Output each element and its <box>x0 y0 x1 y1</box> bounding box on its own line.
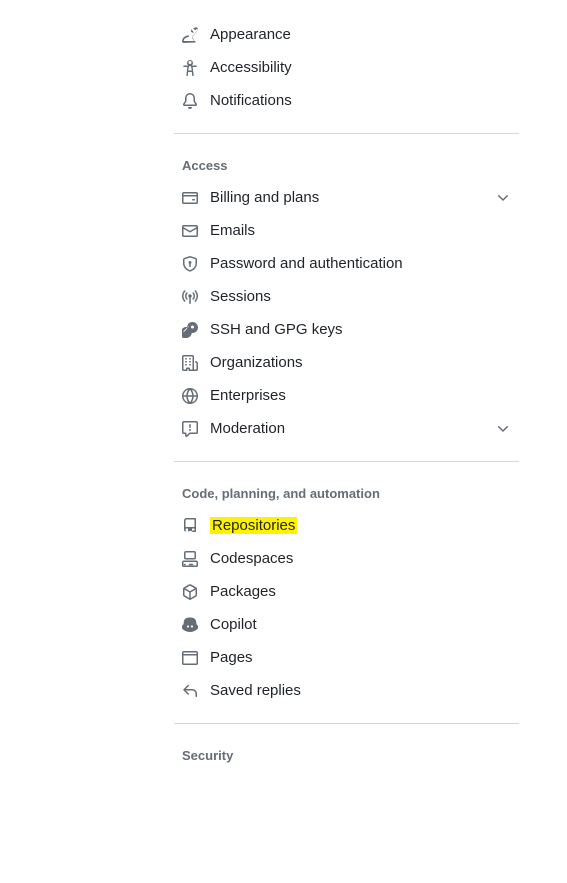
repo-icon <box>182 518 198 534</box>
section-header-security: Security <box>174 738 519 771</box>
highlighted-text: Repositories <box>210 517 297 534</box>
sidebar-item-label: Password and authentication <box>210 255 511 272</box>
sidebar-item-organizations[interactable]: Organizations <box>174 346 519 379</box>
broadcast-icon <box>182 289 198 305</box>
bell-icon <box>182 93 198 109</box>
browser-icon <box>182 650 198 666</box>
sidebar-item-label: Sessions <box>210 288 511 305</box>
sidebar-item-label: Accessibility <box>210 59 511 76</box>
divider <box>174 461 519 462</box>
globe-icon <box>182 388 198 404</box>
sidebar-item-label: Billing and plans <box>210 189 495 206</box>
sidebar-item-copilot[interactable]: Copilot <box>174 608 519 641</box>
sidebar-item-label: Repositories <box>210 517 511 534</box>
divider <box>174 723 519 724</box>
sidebar-item-moderation[interactable]: Moderation <box>174 412 519 445</box>
sidebar-item-emails[interactable]: Emails <box>174 214 519 247</box>
sidebar-item-packages[interactable]: Packages <box>174 575 519 608</box>
sidebar-item-label: Notifications <box>210 92 511 109</box>
shield-lock-icon <box>182 256 198 272</box>
sidebar-item-sessions[interactable]: Sessions <box>174 280 519 313</box>
sidebar-item-accessibility[interactable]: Accessibility <box>174 51 519 84</box>
sidebar-item-enterprises[interactable]: Enterprises <box>174 379 519 412</box>
sidebar-item-label: Saved replies <box>210 682 511 699</box>
sidebar-item-label: Packages <box>210 583 511 600</box>
sidebar-item-label: Enterprises <box>210 387 511 404</box>
codespaces-icon <box>182 551 198 567</box>
sidebar-item-label: Codespaces <box>210 550 511 567</box>
credit-card-icon <box>182 190 198 206</box>
sidebar-item-password[interactable]: Password and authentication <box>174 247 519 280</box>
sidebar-item-label: Pages <box>210 649 511 666</box>
chevron-down-icon <box>495 190 511 206</box>
mail-icon <box>182 223 198 239</box>
sidebar-item-label: Copilot <box>210 616 511 633</box>
copilot-icon <box>182 617 198 633</box>
sidebar-item-codespaces[interactable]: Codespaces <box>174 542 519 575</box>
chevron-down-icon <box>495 421 511 437</box>
sidebar-item-appearance[interactable]: Appearance <box>174 18 519 51</box>
paintbrush-icon <box>182 27 198 43</box>
sidebar-item-label: Moderation <box>210 420 495 437</box>
reply-icon <box>182 683 198 699</box>
organization-icon <box>182 355 198 371</box>
sidebar-item-notifications[interactable]: Notifications <box>174 84 519 117</box>
package-icon <box>182 584 198 600</box>
sidebar-item-label: Appearance <box>210 26 511 43</box>
sidebar-item-label: SSH and GPG keys <box>210 321 511 338</box>
sidebar-item-billing[interactable]: Billing and plans <box>174 181 519 214</box>
sidebar-item-label: Organizations <box>210 354 511 371</box>
settings-sidebar: Appearance Accessibility Notifications A… <box>174 18 519 771</box>
report-icon <box>182 421 198 437</box>
sidebar-item-pages[interactable]: Pages <box>174 641 519 674</box>
sidebar-item-saved-replies[interactable]: Saved replies <box>174 674 519 707</box>
section-header-code: Code, planning, and automation <box>174 476 519 509</box>
accessibility-icon <box>182 60 198 76</box>
section-header-access: Access <box>174 148 519 181</box>
sidebar-item-ssh[interactable]: SSH and GPG keys <box>174 313 519 346</box>
key-icon <box>182 322 198 338</box>
sidebar-item-repositories[interactable]: Repositories <box>174 509 519 542</box>
sidebar-item-label: Emails <box>210 222 511 239</box>
divider <box>174 133 519 134</box>
